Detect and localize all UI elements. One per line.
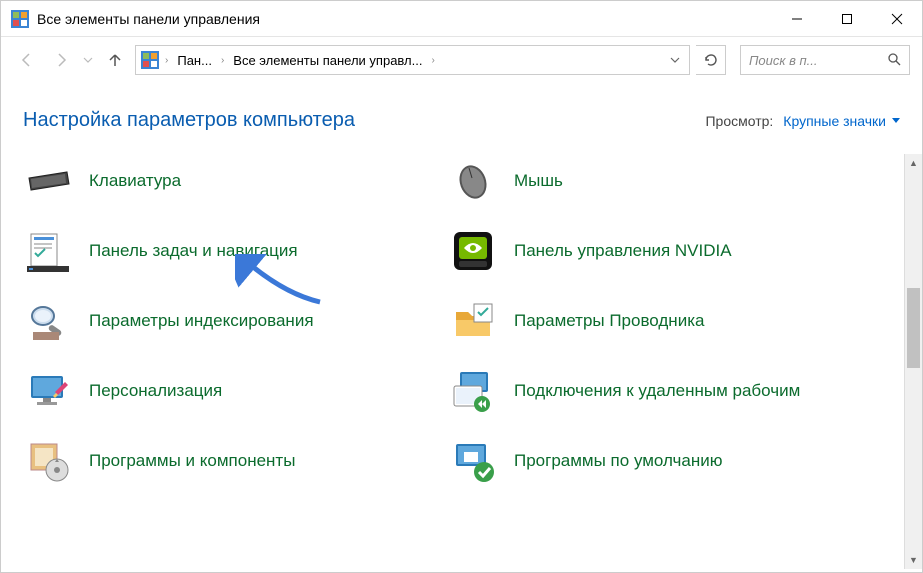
items-grid: Клавиатура Мышь <box>23 154 843 488</box>
scroll-up-icon[interactable]: ▲ <box>905 154 922 172</box>
folder-options-icon <box>450 298 496 344</box>
page-title: Настройка параметров компьютера <box>23 109 705 132</box>
control-panel-icon <box>11 10 29 28</box>
item-label: Подключения к удаленным рабочим <box>514 380 800 403</box>
programs-icon <box>25 438 71 484</box>
item-keyboard[interactable]: Клавиатура <box>23 154 418 208</box>
item-nvidia[interactable]: Панель управления NVIDIA <box>448 224 843 278</box>
crumb-sep-icon[interactable]: › <box>163 51 170 70</box>
item-mouse[interactable]: Мышь <box>448 154 843 208</box>
heading-row: Настройка параметров компьютера Просмотр… <box>1 83 922 154</box>
view-label: Просмотр: <box>705 113 773 129</box>
minimize-button[interactable] <box>772 1 822 37</box>
breadcrumb-1[interactable]: Пан... <box>171 49 218 72</box>
view-selected: Крупные значки <box>783 113 886 129</box>
nvidia-icon <box>450 228 496 274</box>
forward-button[interactable] <box>47 46 75 74</box>
content-area: Клавиатура Мышь <box>1 154 922 569</box>
remote-desktop-icon <box>450 368 496 414</box>
item-label: Панель задач и навигация <box>89 240 298 263</box>
chevron-down-icon <box>892 118 900 123</box>
window-controls <box>772 1 922 37</box>
item-indexing[interactable]: Параметры индексирования <box>23 294 418 348</box>
back-button[interactable] <box>13 46 41 74</box>
keyboard-icon <box>25 158 71 204</box>
up-button[interactable] <box>101 46 129 74</box>
search-placeholder: Поиск в п... <box>749 53 818 68</box>
personalization-icon <box>25 368 71 414</box>
recent-dropdown[interactable] <box>81 46 95 74</box>
title-bar: Все элементы панели управления <box>1 1 922 37</box>
search-input[interactable]: Поиск в п... <box>740 45 910 75</box>
mouse-icon <box>450 158 496 204</box>
search-icon <box>887 52 901 69</box>
scroll-down-icon[interactable]: ▼ <box>905 551 922 569</box>
taskbar-icon <box>25 228 71 274</box>
scrollbar[interactable]: ▲ ▼ <box>904 154 922 569</box>
item-remote-desktop[interactable]: Подключения к удаленным рабочим <box>448 364 843 418</box>
view-select[interactable]: Крупные значки <box>783 113 900 129</box>
default-programs-icon <box>450 438 496 484</box>
indexing-icon <box>25 298 71 344</box>
address-dropdown[interactable] <box>665 46 685 74</box>
item-label: Программы по умолчанию <box>514 450 723 473</box>
item-label: Мышь <box>514 170 563 193</box>
close-button[interactable] <box>872 1 922 37</box>
address-bar[interactable]: › Пан... › Все элементы панели управл...… <box>135 45 690 75</box>
item-label: Клавиатура <box>89 170 181 193</box>
item-programs[interactable]: Программы и компоненты <box>23 434 418 488</box>
breadcrumb-2[interactable]: Все элементы панели управл... <box>227 49 428 72</box>
item-taskbar[interactable]: Панель задач и навигация <box>23 224 418 278</box>
crumb-sep-icon[interactable]: › <box>429 51 436 70</box>
item-label: Программы и компоненты <box>89 450 295 473</box>
maximize-button[interactable] <box>822 1 872 37</box>
item-label: Панель управления NVIDIA <box>514 240 732 263</box>
scroll-thumb[interactable] <box>907 288 920 368</box>
item-personalization[interactable]: Персонализация <box>23 364 418 418</box>
window-title: Все элементы панели управления <box>37 11 772 27</box>
item-label: Параметры индексирования <box>89 310 314 333</box>
refresh-button[interactable] <box>696 45 726 75</box>
item-explorer-options[interactable]: Параметры Проводника <box>448 294 843 348</box>
control-panel-icon <box>140 50 160 70</box>
item-label: Параметры Проводника <box>514 310 704 333</box>
item-default-programs[interactable]: Программы по умолчанию <box>448 434 843 488</box>
item-label: Персонализация <box>89 380 222 403</box>
nav-bar: › Пан... › Все элементы панели управл...… <box>1 37 922 83</box>
crumb-sep-icon[interactable]: › <box>219 51 226 70</box>
